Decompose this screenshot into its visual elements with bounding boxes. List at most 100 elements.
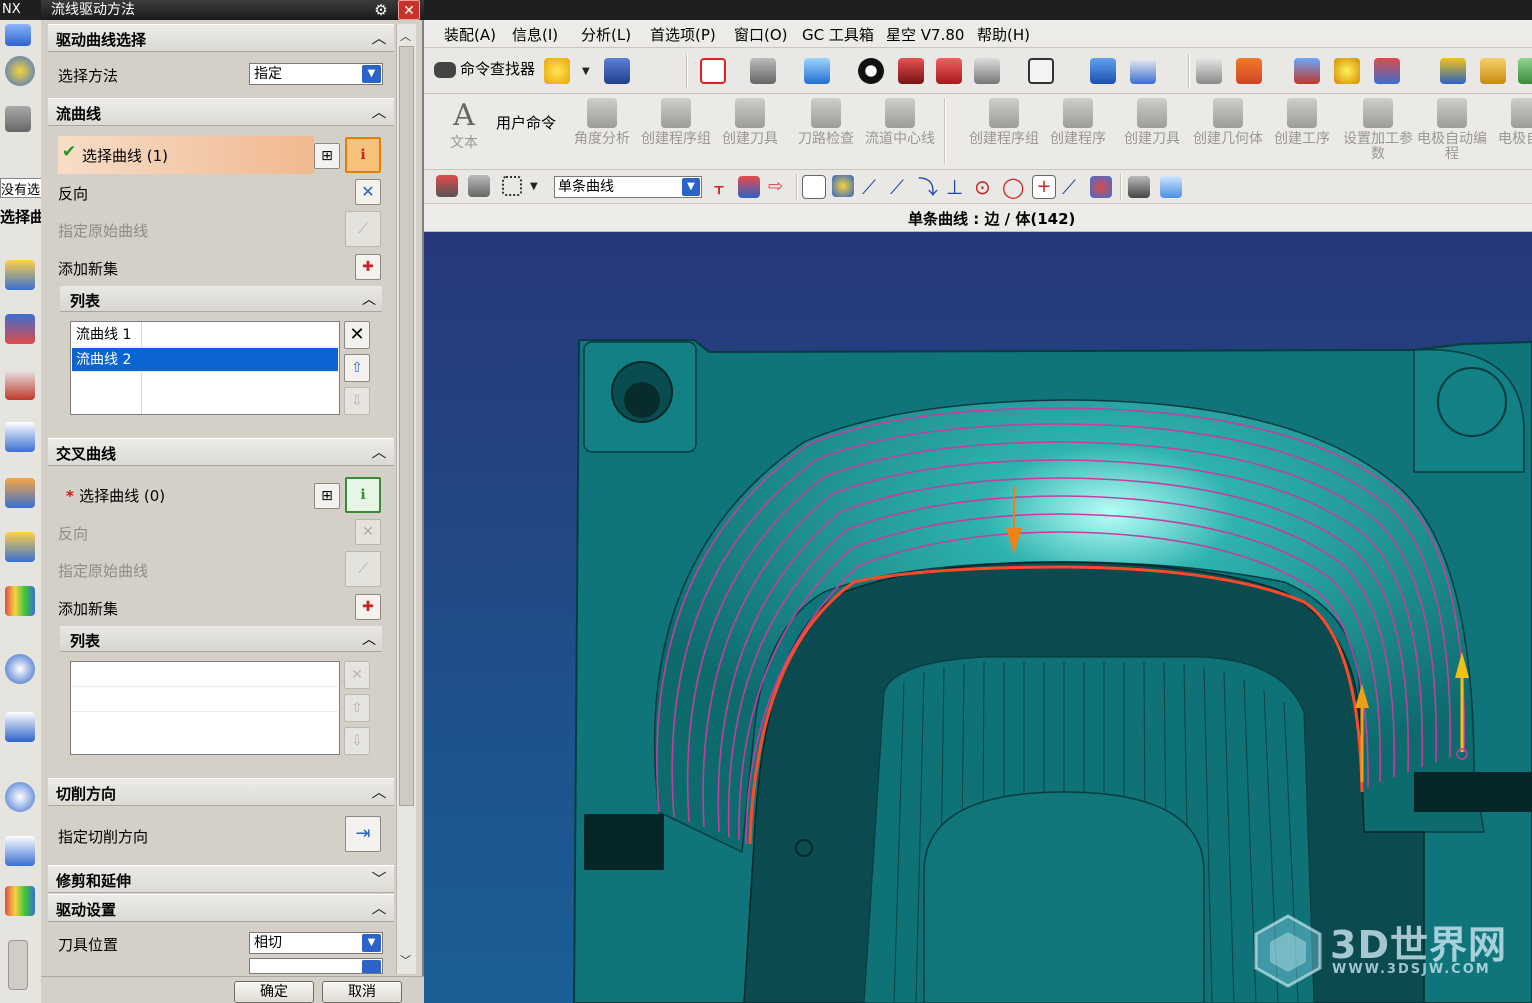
- play-motion-icon[interactable]: [1374, 58, 1400, 84]
- section-cut-direction[interactable]: 切削方向 ︿: [48, 778, 394, 806]
- shaded-cube-icon[interactable]: [804, 58, 830, 84]
- section-trim-extend[interactable]: 修剪和延伸 ﹀: [48, 865, 394, 893]
- close-icon[interactable]: ✕: [398, 0, 420, 20]
- chevron-down-icon[interactable]: ﹀: [368, 869, 390, 889]
- reverse-direction-icon[interactable]: ✕: [355, 179, 381, 205]
- snap-toggle-icon[interactable]: [802, 175, 826, 199]
- background-color-icon[interactable]: [1028, 58, 1054, 84]
- section-drive-settings[interactable]: 驱动设置 ︿: [48, 894, 394, 922]
- menu-help[interactable]: 帮助(H): [977, 24, 1030, 45]
- cut-direction-icon[interactable]: ⇥: [345, 816, 381, 852]
- dialog-scrollbar[interactable]: ︿ ﹀: [396, 24, 416, 974]
- toolbar-button-create-geometry[interactable]: 创建几何体: [1192, 98, 1264, 166]
- add-new-set-icon[interactable]: ✚: [355, 254, 381, 280]
- stop-at-intersection-icon[interactable]: ᚁ: [708, 176, 730, 198]
- remove-icon[interactable]: ✕: [344, 321, 370, 349]
- history-clock-icon[interactable]: [5, 782, 35, 812]
- layer-icon[interactable]: [1196, 58, 1222, 84]
- select-method-select[interactable]: 指定 ▼: [249, 63, 383, 85]
- constraint-navigator-icon[interactable]: [5, 314, 35, 344]
- scroll-down-icon[interactable]: ﹀: [400, 952, 411, 968]
- move-up-icon[interactable]: ⇧: [344, 354, 370, 382]
- camera-view-icon[interactable]: [750, 58, 776, 84]
- render-style-icon[interactable]: [858, 58, 884, 84]
- gear-icon[interactable]: ⚙: [371, 1, 391, 19]
- flow-select-curve-row[interactable]: ✔ 选择曲线 (1): [58, 136, 314, 174]
- curve-rule-select[interactable]: 单条曲线 ▼: [554, 176, 702, 198]
- menu-analysis[interactable]: 分析(L): [581, 24, 631, 45]
- section-cube-icon[interactable]: [974, 58, 1000, 84]
- toolbar-button-create-tool[interactable]: 创建刀具: [714, 98, 786, 166]
- scroll-thumb[interactable]: [399, 46, 414, 806]
- follow-fillet-icon[interactable]: [738, 176, 760, 198]
- toolbar-button-runner-centerline[interactable]: 流道中心线: [864, 98, 936, 166]
- reuse-library-icon[interactable]: [5, 532, 35, 562]
- tool-position-select[interactable]: 相切 ▼: [249, 932, 383, 954]
- red-cube-icon[interactable]: [898, 58, 924, 84]
- menu-window[interactable]: 窗口(O): [734, 24, 788, 45]
- section-drive-curve-select[interactable]: 驱动曲线选择 ︿: [48, 24, 394, 52]
- snap-settings-icon[interactable]: [832, 175, 854, 197]
- measure-icon[interactable]: [1440, 58, 1466, 84]
- light-icon[interactable]: [1334, 58, 1360, 84]
- select-icon[interactable]: [436, 175, 458, 197]
- add-new-set-icon[interactable]: ✚: [355, 594, 381, 620]
- point-on-curve-icon[interactable]: +: [1032, 175, 1056, 199]
- menu-information[interactable]: 信息(I): [512, 24, 558, 45]
- toolbar-button-set-machining-params[interactable]: 设置加工参数: [1342, 98, 1414, 166]
- section-cross-curves[interactable]: 交叉曲线 ︿: [48, 438, 394, 466]
- quadrant-point-icon[interactable]: ◯: [1002, 176, 1024, 198]
- chevron-up-icon[interactable]: ︿: [368, 898, 390, 918]
- cancel-button[interactable]: 取消: [322, 981, 402, 1003]
- ruler-icon[interactable]: [1480, 58, 1506, 84]
- solid-body-icon[interactable]: [1160, 176, 1182, 198]
- user-command-button[interactable]: 用户命令: [496, 112, 556, 133]
- chevron-up-icon[interactable]: ︿: [368, 28, 390, 48]
- wcs-icon[interactable]: [1236, 58, 1262, 84]
- toolbar-button-electrode-auto[interactable]: 电极自动: [1490, 98, 1532, 166]
- deselect-icon[interactable]: [468, 175, 490, 197]
- transform-icon[interactable]: [1130, 58, 1156, 84]
- chevron-up-icon[interactable]: ︿: [368, 782, 390, 802]
- scroll-up-icon[interactable]: ︿: [400, 28, 411, 44]
- dialog-title[interactable]: 流线驱动方法 ⚙ ✕: [41, 0, 424, 20]
- color-palette-icon[interactable]: [5, 886, 35, 916]
- ok-button[interactable]: 确定: [234, 981, 314, 1003]
- cross-list-header[interactable]: 列表 ︿: [60, 626, 382, 652]
- edit-icon[interactable]: [5, 24, 31, 46]
- arrow-right-icon[interactable]: ⇨: [768, 176, 790, 198]
- menu-xingkong[interactable]: 星空 V7.80: [886, 24, 964, 45]
- mid-point-icon[interactable]: ⟋: [890, 176, 912, 198]
- toolbar-button-create-operation[interactable]: 创建工序: [1266, 98, 1338, 166]
- scroll-handle-icon[interactable]: [8, 940, 28, 990]
- wire-cube-icon[interactable]: [936, 58, 962, 84]
- menu-gc-toolbox[interactable]: GC 工具箱: [802, 24, 874, 45]
- info-icon[interactable]: [5, 654, 35, 684]
- toolbar-button-electrode-auto-program[interactable]: 电极自动编程: [1416, 98, 1488, 166]
- generate-icon[interactable]: [5, 106, 31, 132]
- toolbar-button-create-program-group[interactable]: 创建程序组: [640, 98, 712, 166]
- part-navigator-icon[interactable]: [5, 370, 35, 400]
- snap-point-icon[interactable]: [1294, 58, 1320, 84]
- machine-tool-navigator-icon[interactable]: [5, 478, 35, 508]
- select-curve-icon[interactable]: ℹ: [345, 137, 381, 173]
- arc-center-icon[interactable]: ⊙: [974, 176, 996, 198]
- control-point-icon[interactable]: ⤵: [918, 176, 940, 198]
- menu-assembly[interactable]: 装配(A): [444, 24, 496, 45]
- text-tool-button[interactable]: A 文本: [436, 100, 492, 152]
- fit-view-icon[interactable]: [700, 58, 726, 84]
- graphics-viewport[interactable]: 3D世界网 WWW.3DSJW.COM: [424, 232, 1532, 1003]
- toolbar-button-create-program-group[interactable]: 创建程序组: [968, 98, 1040, 166]
- point-on-face-icon[interactable]: ⟋: [1062, 176, 1084, 198]
- command-finder-button[interactable]: 命令查找器: [434, 58, 535, 79]
- assembly-navigator-icon[interactable]: [5, 260, 35, 290]
- chevron-up-icon[interactable]: ︿: [368, 442, 390, 462]
- select-curve-icon[interactable]: ℹ: [345, 477, 381, 513]
- toolbar-button-angle-analysis[interactable]: 角度分析: [566, 98, 638, 166]
- sparkle-icon[interactable]: [544, 58, 570, 84]
- cut-mode-select[interactable]: [249, 958, 383, 974]
- intersection-point-icon[interactable]: ⊥: [946, 176, 968, 198]
- assembly-filter-icon[interactable]: [1128, 176, 1150, 198]
- operation-navigator-icon[interactable]: [5, 422, 35, 452]
- flow-list-header[interactable]: 列表 ︿: [60, 286, 382, 312]
